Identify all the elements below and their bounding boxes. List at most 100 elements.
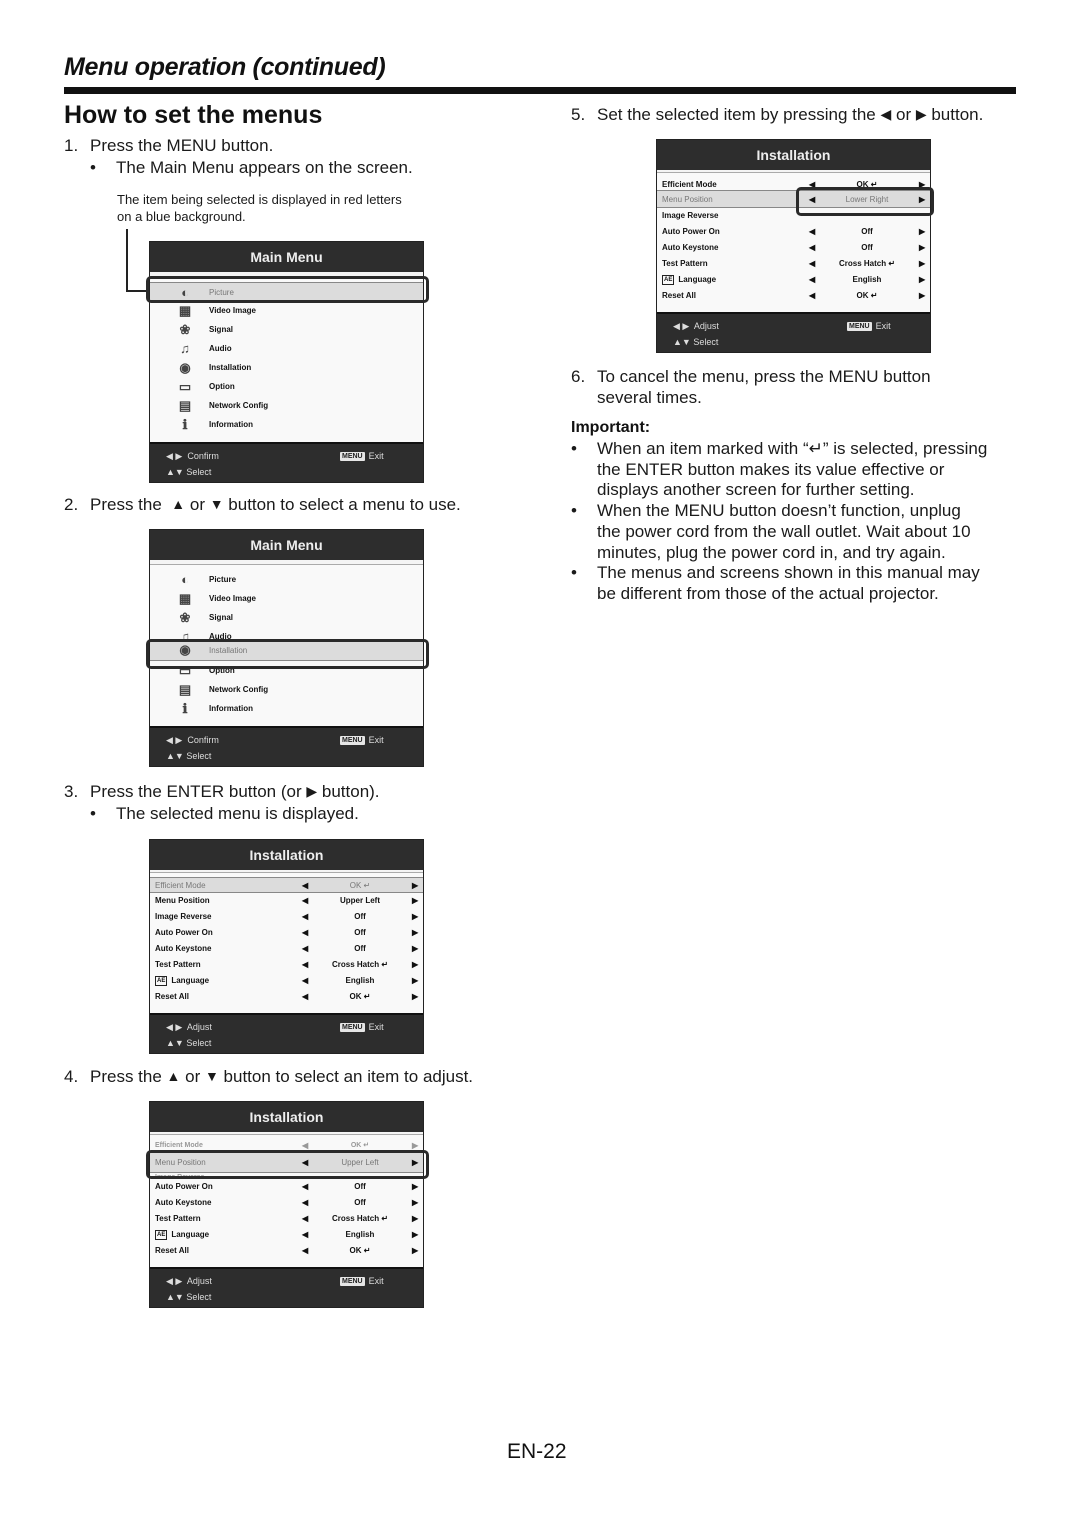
step-2: 2. Press the ▲ or ▼ button to select a me…: [64, 495, 461, 514]
title-rule: [64, 87, 1016, 94]
left-arrow-icon[interactable]: ◀: [302, 941, 308, 957]
right-arrow-icon[interactable]: ▶: [412, 1179, 418, 1195]
right-arrow-icon[interactable]: ▶: [412, 1227, 418, 1243]
setting-image-reverse[interactable]: Image Reverse ◀ Off ▶: [150, 909, 423, 925]
menu-item-video-image[interactable]: ▦ Video Image: [150, 301, 423, 320]
option-icon: ▭: [178, 379, 192, 394]
right-arrow-icon[interactable]: ▶: [919, 288, 925, 304]
menu-item-audio[interactable]: ♫ Audio: [150, 339, 423, 358]
installation-menu-title: Installation: [150, 840, 423, 870]
left-right-arrows-icon: ◀ ▶: [166, 735, 183, 745]
selection-note: The item being selected is displayed in …: [117, 191, 402, 225]
value-highlight: [796, 187, 934, 216]
selection-highlight: [146, 276, 429, 303]
left-arrow-icon[interactable]: ◀: [809, 272, 815, 288]
video-image-icon: ▦: [178, 303, 192, 318]
setting-language[interactable]: AE Language ◀ English ▶: [150, 973, 423, 989]
setting-auto-keystone[interactable]: Auto Keystone ◀ Off ▶: [150, 941, 423, 957]
left-arrow-icon[interactable]: ◀: [302, 1243, 308, 1259]
left-arrow-icon[interactable]: ◀: [809, 256, 815, 272]
setting-reset-all[interactable]: Reset All ◀ OK ↵ ▶: [150, 989, 423, 1005]
left-arrow-icon[interactable]: ◀: [302, 925, 308, 941]
information-icon: ℹ: [182, 701, 188, 716]
right-arrow-icon[interactable]: ▶: [412, 941, 418, 957]
installation-icon: ◉: [179, 360, 191, 375]
language-icon: AE: [662, 275, 675, 285]
right-arrow-icon[interactable]: ▶: [412, 1211, 418, 1227]
right-arrow-icon[interactable]: ▶: [919, 224, 925, 240]
left-arrow-icon[interactable]: ◀: [302, 989, 308, 1005]
right-arrow-icon[interactable]: ▶: [412, 973, 418, 989]
left-arrow-icon[interactable]: ◀: [302, 1179, 308, 1195]
left-arrow-icon[interactable]: ◀: [302, 1211, 308, 1227]
right-arrow-icon[interactable]: ▶: [919, 256, 925, 272]
menu-item-picture[interactable]: ◐ Picture: [150, 570, 423, 589]
menu-item-audio[interactable]: ♫ Audio: [150, 627, 423, 639]
important-item: • When an item marked with “↵” is select…: [571, 439, 988, 500]
setting-auto-power-on[interactable]: Auto Power On ◀ Off ▶: [150, 925, 423, 941]
setting-auto-keystone[interactable]: Auto Keystone ◀ Off ▶: [150, 1195, 423, 1211]
menu-item-option[interactable]: ▭ Option: [150, 377, 423, 396]
setting-language[interactable]: AE Language ◀ English ▶: [150, 1227, 423, 1243]
setting-menu-position[interactable]: Menu Position ◀ Upper Left ▶: [150, 893, 423, 909]
up-down-arrows-icon: ▲▼: [166, 467, 184, 477]
menu-item-information[interactable]: ℹ Information: [150, 699, 423, 718]
right-arrow-icon[interactable]: ▶: [412, 893, 418, 909]
setting-test-pattern[interactable]: Test Pattern ◀ Cross Hatch ↵ ▶: [150, 957, 423, 973]
setting-auto-power-on[interactable]: Auto Power On ◀ Off ▶: [657, 224, 930, 240]
left-arrow-icon[interactable]: ◀: [302, 1227, 308, 1243]
right-arrow-icon[interactable]: ▶: [412, 1243, 418, 1259]
network-config-icon: ▤: [178, 682, 192, 697]
picture-icon: ◐: [181, 572, 189, 587]
menu-item-network-config[interactable]: ▤ Network Config: [150, 396, 423, 415]
left-arrow-icon[interactable]: ◀: [302, 909, 308, 925]
menu-key-icon: MENU: [340, 452, 365, 461]
left-right-arrows-icon: ◀ ▶: [673, 321, 690, 331]
menu-item-network-config[interactable]: ▤ Network Config: [150, 680, 423, 699]
section-title: Menu operation (continued): [64, 53, 386, 81]
bullet-dot: •: [90, 158, 96, 177]
right-arrow-icon[interactable]: ▶: [412, 1195, 418, 1211]
right-arrow-icon[interactable]: ▶: [412, 989, 418, 1005]
setting-auto-power-on[interactable]: Auto Power On ◀ Off ▶: [150, 1179, 423, 1195]
right-arrow-icon[interactable]: ▶: [412, 925, 418, 941]
note-line: The item being selected is displayed in …: [117, 192, 402, 207]
signal-icon: ❀: [179, 322, 191, 337]
setting-test-pattern[interactable]: Test Pattern ◀ Cross Hatch ↵ ▶: [150, 1211, 423, 1227]
left-arrow-icon[interactable]: ◀: [809, 224, 815, 240]
menu-item-video-image[interactable]: ▦ Video Image: [150, 589, 423, 608]
installation-menu-title: Installation: [150, 1102, 423, 1132]
menu-item-signal[interactable]: ❀ Signal: [150, 608, 423, 627]
right-arrow-icon[interactable]: ▶: [919, 240, 925, 256]
left-arrow-icon[interactable]: ◀: [302, 893, 308, 909]
selection-highlight: [146, 639, 429, 669]
setting-test-pattern[interactable]: Test Pattern ◀ Cross Hatch ↵ ▶: [657, 256, 930, 272]
left-arrow-icon[interactable]: ◀: [302, 957, 308, 973]
left-arrow-icon[interactable]: ◀: [302, 1195, 308, 1211]
setting-reset-all[interactable]: Reset All ◀ OK ↵ ▶: [150, 1243, 423, 1259]
left-arrow-icon[interactable]: ◀: [302, 973, 308, 989]
installation-menu-panel-1: Installation Efficient Mode ◀ OK ↵ ▶ Menu P…: [149, 839, 424, 1054]
setting-language[interactable]: AE Language ◀ English ▶: [657, 272, 930, 288]
up-triangle-icon: ▲: [171, 496, 186, 512]
menu-footer: ◀ ▶ Adjust MENU Exit ▲▼ Select: [150, 1267, 423, 1307]
right-arrow-icon[interactable]: ▶: [412, 957, 418, 973]
setting-reset-all[interactable]: Reset All ◀ OK ↵ ▶: [657, 288, 930, 304]
right-triangle-icon: ▶: [306, 783, 318, 799]
setting-efficient-mode[interactable]: Efficient Mode ◀ OK ↵ ▶: [150, 877, 423, 893]
left-arrow-icon[interactable]: ◀: [302, 878, 308, 894]
menu-item-installation[interactable]: ◉ Installation: [150, 358, 423, 377]
main-menu-title: Main Menu: [150, 242, 423, 272]
language-icon: AE: [155, 976, 168, 986]
step-3: 3. Press the ENTER button (or ▶ button).: [64, 782, 380, 801]
menu-item-signal[interactable]: ❀ Signal: [150, 320, 423, 339]
menu-item-information[interactable]: ℹ Information: [150, 415, 423, 434]
right-arrow-icon[interactable]: ▶: [412, 878, 418, 894]
left-arrow-icon[interactable]: ◀: [809, 240, 815, 256]
left-arrow-icon[interactable]: ◀: [809, 288, 815, 304]
selection-highlight: [146, 1150, 429, 1179]
right-arrow-icon[interactable]: ▶: [919, 272, 925, 288]
setting-auto-keystone[interactable]: Auto Keystone ◀ Off ▶: [657, 240, 930, 256]
menu-key-icon: MENU: [847, 322, 872, 331]
right-arrow-icon[interactable]: ▶: [412, 909, 418, 925]
